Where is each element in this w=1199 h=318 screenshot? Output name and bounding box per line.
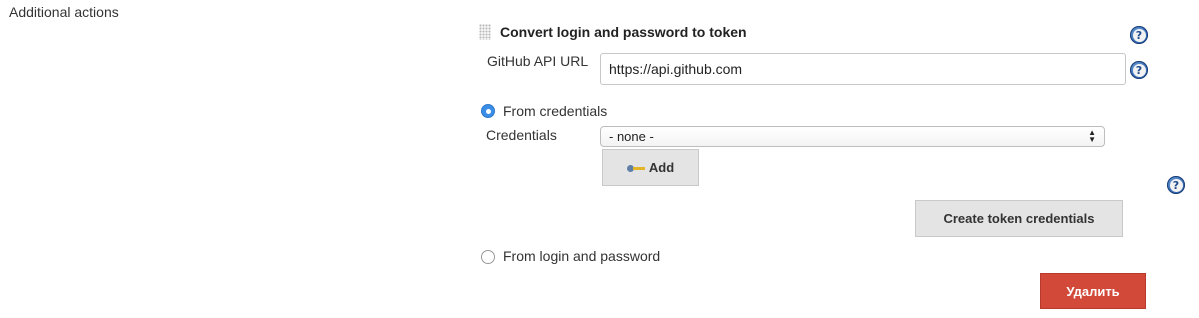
drag-handle-icon[interactable] [479, 24, 491, 40]
block-title: Convert login and password to token [500, 24, 747, 40]
help-icon[interactable]: ? [1167, 176, 1185, 194]
from-credentials-radio[interactable] [481, 104, 495, 118]
add-credentials-button[interactable]: Add [602, 149, 699, 186]
create-token-credentials-button[interactable]: Create token credentials [915, 200, 1123, 237]
delete-button-label: Удалить [1066, 283, 1120, 299]
section-label: Additional actions [9, 4, 119, 20]
github-api-url-label: GitHub API URL [487, 53, 589, 69]
credentials-label: Credentials [486, 127, 557, 143]
updown-arrows-icon: ▲ ▼ [1088, 128, 1096, 144]
create-token-button-label: Create token credentials [943, 211, 1095, 226]
key-icon [626, 164, 645, 172]
from-login-radio[interactable] [481, 250, 495, 264]
credentials-select[interactable]: - none - ▲ ▼ [600, 126, 1105, 147]
credentials-selected-value: - none - [609, 129, 654, 144]
delete-button[interactable]: Удалить [1040, 273, 1146, 309]
github-api-url-input[interactable] [600, 53, 1126, 85]
help-icon[interactable]: ? [1130, 26, 1148, 44]
add-button-label: Add [648, 160, 675, 175]
from-credentials-label[interactable]: From credentials [503, 103, 607, 119]
from-login-label[interactable]: From login and password [503, 248, 660, 264]
help-icon[interactable]: ? [1130, 61, 1148, 79]
